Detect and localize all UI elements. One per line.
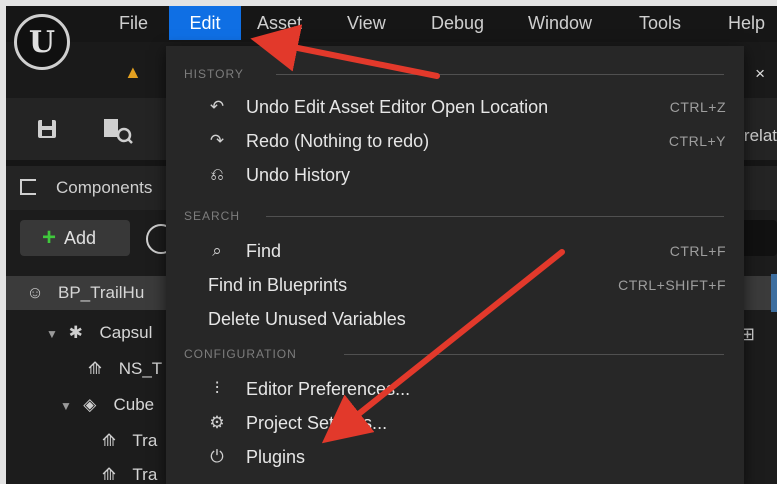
toolbar-relative-label[interactable]: relat [744,126,777,146]
menu-item-redo[interactable]: ↷ Redo (Nothing to redo) CTRL+Y [166,124,744,158]
tree-row-cube[interactable]: ▼ ◈ Cube [60,388,154,422]
menu-file[interactable]: File [108,6,159,40]
section-header-search: SEARCH [184,209,241,223]
menu-window[interactable]: Window [517,6,603,40]
menu-item-label: Undo History [246,165,351,185]
niagara-icon: ⟰ [101,431,117,450]
history-icon: ⎌ [210,165,224,184]
tree-row-trail-1[interactable]: ⟰ Tra [98,424,157,458]
menu-debug[interactable]: Debug [420,6,495,40]
add-component-button[interactable]: + Add [20,220,130,256]
cube-icon: ◈ [83,395,97,414]
section-divider [266,216,724,217]
menu-item-editor-preferences[interactable]: ⫶ Editor Preferences... [166,372,744,406]
undo-icon: ↶ [209,97,225,116]
menu-view[interactable]: View [336,6,397,40]
menu-item-shortcut: CTRL+Y [668,133,726,149]
edit-dropdown-menu: HISTORY ↶ Undo Edit Asset Editor Open Lo… [166,46,744,484]
tree-row-trail-2[interactable]: ⟰ Tra [98,458,157,484]
menu-help[interactable]: Help [717,6,776,40]
tree-row-capsule[interactable]: ▼ ✱ Capsul [46,316,152,350]
components-title: Components [56,178,153,197]
menu-item-label: Find in Blueprints [208,275,348,295]
editor-window: File Edit Asset View Debug Window Tools … [6,6,777,484]
actor-icon: ☺ [26,283,44,302]
menu-edit[interactable]: Edit [169,6,241,40]
tree-row-label: NS_T [118,359,163,378]
menu-item-label: Project Settings... [246,413,388,433]
menu-item-shortcut: CTRL+F [669,243,726,259]
niagara-icon: ⟰ [101,465,117,484]
browse-asset-icon[interactable] [102,118,134,150]
menu-asset[interactable]: Asset [246,6,313,40]
menu-item-label: Editor Preferences... [246,379,411,399]
tree-row-niagara[interactable]: ⟰ NS_T [84,352,162,386]
section-header-history: HISTORY [184,67,244,81]
menu-item-find[interactable]: ⌕ Find CTRL+F [166,234,744,268]
menu-item-label: Delete Unused Variables [208,309,406,329]
menu-item-undo-history[interactable]: ⎌ Undo History [166,158,744,192]
menu-item-project-settings[interactable]: ⚙ Project Settings... [166,406,744,440]
menu-item-delete-unused-variables[interactable]: Delete Unused Variables [166,302,744,336]
tree-row-label: Cube [113,395,155,414]
components-icon [20,179,36,195]
warning-icon: ▲ [124,62,142,82]
menu-tools[interactable]: Tools [628,6,692,40]
menu-item-shortcut: CTRL+SHIFT+F [618,277,726,293]
capsule-icon: ✱ [68,323,83,342]
section-header-configuration: CONFIGURATION [184,347,297,361]
tree-row-label: Tra [132,465,158,484]
section-divider [276,74,724,75]
menu-bar: File Edit Asset View Debug Window Tools … [6,6,777,42]
menu-item-undo[interactable]: ↶ Undo Edit Asset Editor Open Location C… [166,90,744,124]
menu-item-label: Plugins [246,447,306,467]
menu-item-plugins[interactable]: ⏻ Plugins [166,440,744,474]
scrollbar[interactable] [771,274,777,312]
plugin-icon: ⏻ [210,447,224,466]
settings-icon: ⚙ [209,413,225,432]
section-divider [344,354,724,355]
add-button-label: Add [64,227,97,248]
menu-item-find-in-blueprints[interactable]: Find in Blueprints CTRL+SHIFT+F [166,268,744,302]
niagara-icon: ⟰ [87,359,103,378]
redo-icon: ↷ [209,131,225,150]
menu-item-label: Find [246,241,282,261]
expand-arrow-icon[interactable]: ▼ [60,389,74,423]
tree-row-label: BP_TrailHu [58,283,145,302]
plus-icon: + [42,224,57,251]
tab-close-button[interactable]: × [755,64,765,84]
tree-row-label: Capsul [99,323,153,342]
menu-item-shortcut: CTRL+Z [669,99,726,115]
expand-arrow-icon[interactable]: ▼ [46,317,60,351]
menu-item-label: Redo (Nothing to redo) [246,131,430,151]
save-icon[interactable] [36,118,58,146]
sliders-icon: ⫶ [214,379,220,398]
tree-row-label: Tra [132,431,158,450]
unreal-logo[interactable]: U [14,14,70,70]
find-icon: ⌕ [212,241,222,260]
menu-item-label: Undo Edit Asset Editor Open Location [246,97,549,117]
